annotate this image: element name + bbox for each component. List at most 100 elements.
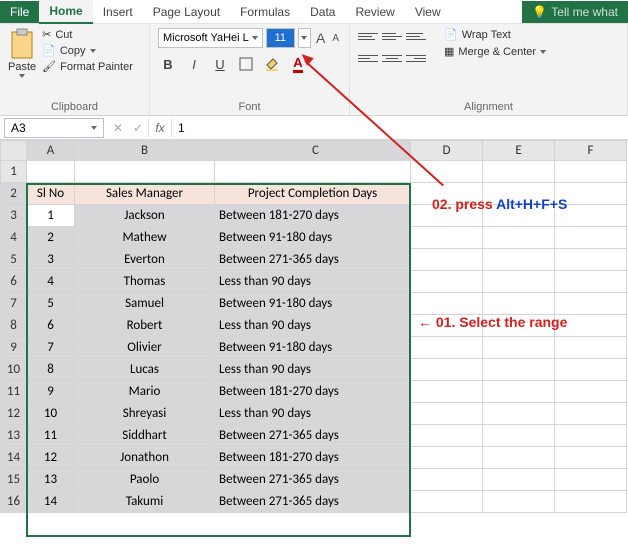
- cut-button[interactable]: ✂Cut: [42, 28, 133, 41]
- cell[interactable]: Samuel: [75, 293, 215, 315]
- cell[interactable]: Shreyasi: [75, 403, 215, 425]
- cell[interactable]: Between 181-270 days: [215, 447, 411, 469]
- row-header[interactable]: 11: [1, 381, 27, 403]
- cell[interactable]: Sl No: [27, 183, 75, 205]
- font-size-combo[interactable]: 11: [266, 28, 295, 48]
- align-left-button[interactable]: [358, 50, 378, 66]
- row-header[interactable]: 5: [1, 249, 27, 271]
- format-painter-button[interactable]: 🖌Format Painter: [42, 60, 133, 73]
- tell-me[interactable]: 💡 Tell me what: [522, 1, 628, 23]
- cell[interactable]: Between 271-365 days: [215, 469, 411, 491]
- cell[interactable]: 2: [27, 227, 75, 249]
- cell[interactable]: Between 271-365 days: [215, 249, 411, 271]
- border-button[interactable]: [236, 54, 256, 74]
- cell[interactable]: 9: [27, 381, 75, 403]
- row-header[interactable]: 7: [1, 293, 27, 315]
- cell[interactable]: 11: [27, 425, 75, 447]
- align-bottom-button[interactable]: [406, 28, 426, 44]
- copy-button[interactable]: 📄Copy: [42, 44, 133, 57]
- select-all-corner[interactable]: [1, 141, 27, 161]
- fill-color-button[interactable]: [262, 54, 282, 74]
- tab-home[interactable]: Home: [39, 0, 92, 24]
- cell[interactable]: Sales Manager: [75, 183, 215, 205]
- cell[interactable]: Less than 90 days: [215, 403, 411, 425]
- col-header-E[interactable]: E: [483, 141, 555, 161]
- align-center-button[interactable]: [382, 50, 402, 66]
- name-box[interactable]: A3: [4, 118, 104, 138]
- cell[interactable]: Less than 90 days: [215, 315, 411, 337]
- font-name-combo[interactable]: Microsoft YaHei L: [158, 28, 263, 48]
- row-header[interactable]: 3: [1, 205, 27, 227]
- cell[interactable]: 12: [27, 447, 75, 469]
- decrease-font-button[interactable]: A: [330, 33, 341, 44]
- col-header-D[interactable]: D: [411, 141, 483, 161]
- col-header-F[interactable]: F: [555, 141, 627, 161]
- col-header-A[interactable]: A: [27, 141, 75, 161]
- row-header[interactable]: 2: [1, 183, 27, 205]
- row-header[interactable]: 6: [1, 271, 27, 293]
- merge-center-button[interactable]: ▦Merge & Center: [444, 45, 546, 58]
- wrap-text-button[interactable]: 📄Wrap Text: [444, 28, 546, 41]
- cell[interactable]: Olivier: [75, 337, 215, 359]
- cell[interactable]: Lucas: [75, 359, 215, 381]
- cell[interactable]: Paolo: [75, 469, 215, 491]
- font-size-dropdown[interactable]: [298, 28, 311, 48]
- cell[interactable]: Between 91-180 days: [215, 293, 411, 315]
- cell[interactable]: 4: [27, 271, 75, 293]
- cell[interactable]: Mario: [75, 381, 215, 403]
- row-header[interactable]: 4: [1, 227, 27, 249]
- cell[interactable]: Thomas: [75, 271, 215, 293]
- increase-font-button[interactable]: A: [314, 30, 327, 46]
- cell[interactable]: Everton: [75, 249, 215, 271]
- cell[interactable]: 14: [27, 491, 75, 513]
- cell[interactable]: Robert: [75, 315, 215, 337]
- cell[interactable]: Jackson: [75, 205, 215, 227]
- cell[interactable]: 8: [27, 359, 75, 381]
- cell[interactable]: 3: [27, 249, 75, 271]
- cell[interactable]: 5: [27, 293, 75, 315]
- cell[interactable]: Between 181-270 days: [215, 381, 411, 403]
- tab-file[interactable]: File: [0, 1, 39, 23]
- row-header[interactable]: 1: [1, 161, 27, 183]
- align-top-button[interactable]: [358, 28, 378, 44]
- cancel-formula-button[interactable]: ✕: [108, 121, 128, 135]
- row-header[interactable]: 8: [1, 315, 27, 337]
- cell[interactable]: 7: [27, 337, 75, 359]
- cell[interactable]: Less than 90 days: [215, 271, 411, 293]
- row-header[interactable]: 15: [1, 469, 27, 491]
- tab-data[interactable]: Data: [300, 1, 345, 23]
- tab-view[interactable]: View: [405, 1, 451, 23]
- cell[interactable]: Takumi: [75, 491, 215, 513]
- cell[interactable]: 6: [27, 315, 75, 337]
- bold-button[interactable]: B: [158, 54, 178, 74]
- underline-button[interactable]: U: [210, 54, 230, 74]
- paste-button[interactable]: Paste: [8, 28, 36, 78]
- row-header[interactable]: 13: [1, 425, 27, 447]
- cell[interactable]: 1: [27, 205, 75, 227]
- cell[interactable]: Mathew: [75, 227, 215, 249]
- formula-input[interactable]: 1: [172, 121, 628, 135]
- worksheet-grid[interactable]: A B C D E F 1 2Sl NoSales ManagerProject…: [0, 140, 628, 513]
- cell[interactable]: Project Completion Days: [215, 183, 411, 205]
- cell[interactable]: Between 91-180 days: [215, 227, 411, 249]
- cell[interactable]: Jonathon: [75, 447, 215, 469]
- italic-button[interactable]: I: [184, 54, 204, 74]
- cell[interactable]: Between 91-180 days: [215, 337, 411, 359]
- tab-insert[interactable]: Insert: [93, 1, 143, 23]
- align-middle-button[interactable]: [382, 28, 402, 44]
- enter-formula-button[interactable]: ✓: [128, 121, 148, 135]
- col-header-B[interactable]: B: [75, 141, 215, 161]
- row-header[interactable]: 9: [1, 337, 27, 359]
- tab-formulas[interactable]: Formulas: [230, 1, 300, 23]
- cell[interactable]: Less than 90 days: [215, 359, 411, 381]
- col-header-C[interactable]: C: [215, 141, 411, 161]
- row-header[interactable]: 12: [1, 403, 27, 425]
- cell[interactable]: Between 271-365 days: [215, 425, 411, 447]
- tab-page-layout[interactable]: Page Layout: [143, 1, 230, 23]
- cell[interactable]: Siddhart: [75, 425, 215, 447]
- cell[interactable]: Between 271-365 days: [215, 491, 411, 513]
- cell[interactable]: 13: [27, 469, 75, 491]
- row-header[interactable]: 16: [1, 491, 27, 513]
- cell[interactable]: 10: [27, 403, 75, 425]
- cell[interactable]: Between 181-270 days: [215, 205, 411, 227]
